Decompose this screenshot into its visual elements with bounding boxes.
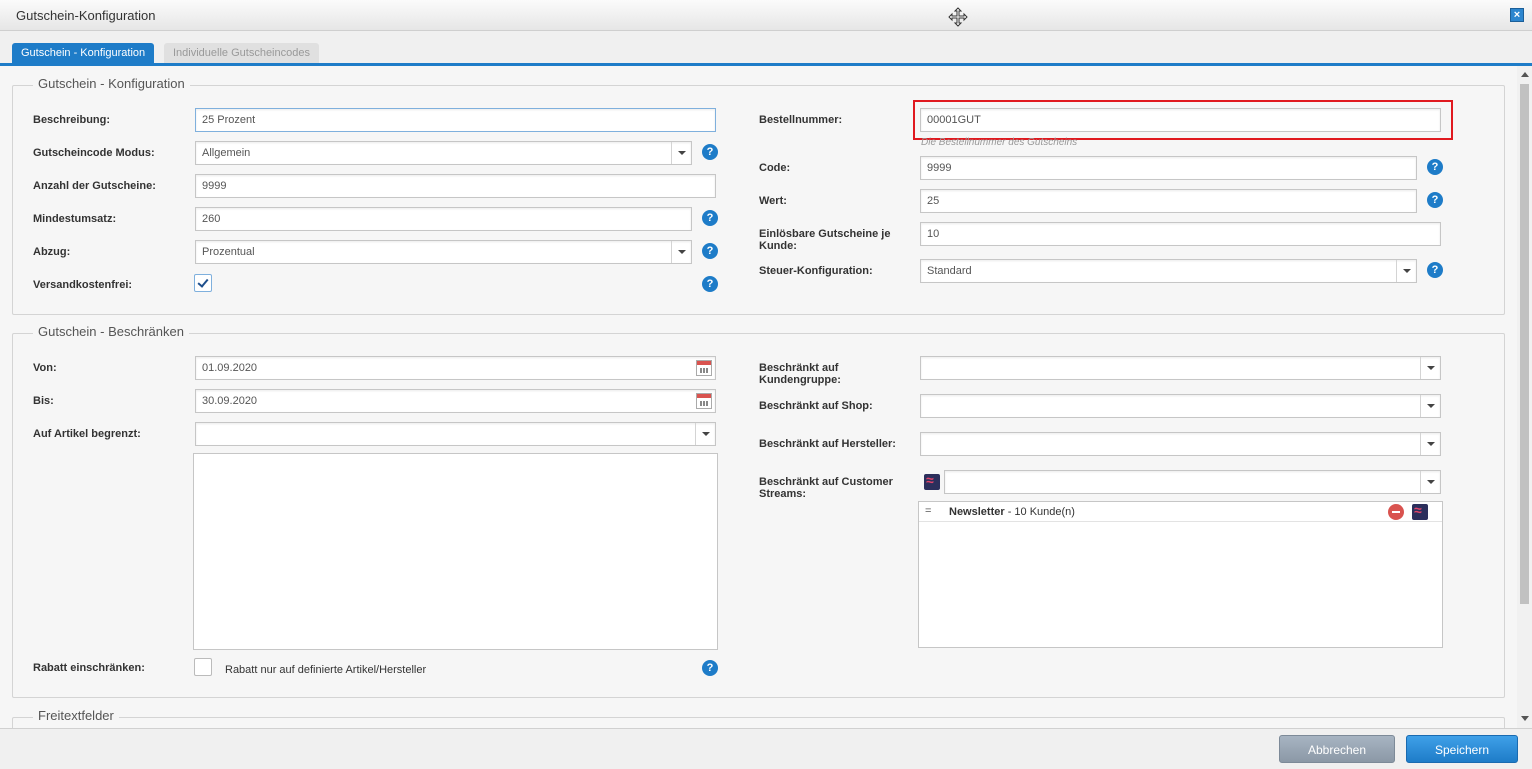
label-code: Code: [759,162,791,174]
label-einloesbar-line2: Kunde: [759,240,797,252]
modus-select[interactable]: Allgemein [195,141,692,165]
list-item[interactable]: = Newsletter - 10 Kunde(n) [919,502,1442,522]
close-icon[interactable]: × [1510,8,1524,22]
customer-stream-icon[interactable] [1412,502,1428,520]
bis-date-input[interactable]: 30.09.2020 [195,389,716,413]
scroll-down-icon[interactable] [1521,716,1529,721]
label-versandkostenfrei: Versandkostenfrei: [33,279,133,291]
label-streams-line1: Beschränkt auf Customer [759,476,893,488]
label-abzug: Abzug: [33,246,71,258]
rabatt-checkbox-label: Rabatt nur auf definierte Artikel/Herste… [225,664,427,676]
steuer-select[interactable]: Standard [920,259,1417,283]
abzug-value: Prozentual [202,246,255,258]
label-steuer: Steuer-Konfiguration: [759,265,873,277]
label-kundengruppe-line2: Kundengruppe: [759,374,841,386]
chevron-down-icon[interactable] [1420,433,1440,455]
calendar-icon[interactable] [696,393,712,409]
label-modus: Gutscheincode Modus: [33,147,155,159]
rabatt-checkbox[interactable] [194,658,212,676]
calendar-icon[interactable] [696,360,712,376]
label-anzahl: Anzahl der Gutscheine: [33,180,156,192]
help-icon[interactable]: ? [702,276,718,292]
label-bestellnummer: Bestellnummer: [759,114,843,126]
drag-handle-icon[interactable]: = [925,505,931,517]
chevron-down-icon[interactable] [1420,357,1440,379]
wert-input[interactable]: 25 [920,189,1417,213]
stream-name-text: Newsletter [949,506,1005,518]
content-area: Gutschein - Konfiguration Beschreibung: … [0,66,1517,728]
von-value: 01.09.2020 [202,362,258,374]
legend-freitext: Freitextfelder [33,708,119,723]
help-icon[interactable]: ? [702,660,718,676]
tab-individuelle-gutscheincodes[interactable]: Individuelle Gutscheincodes [164,43,319,63]
label-streams: Beschränkt auf Customer Streams: [759,476,893,500]
label-streams-line2: Streams: [759,488,807,500]
bestellnummer-hint: Die Bestellnummer des Gutscheins [921,137,1078,148]
label-einloesbar: Einlösbare Gutscheine je Kunde: [759,228,890,252]
einloesbar-input[interactable]: 10 [920,222,1441,246]
steuer-value: Standard [927,265,972,277]
label-artikel: Auf Artikel begrenzt: [33,428,141,440]
label-einloesbar-line1: Einlösbare Gutscheine je [759,228,891,240]
bis-value: 30.09.2020 [202,395,258,407]
modus-value: Allgemein [202,147,251,159]
chevron-down-icon[interactable] [1420,395,1440,417]
cancel-button[interactable]: Abbrechen [1279,735,1395,763]
save-button[interactable]: Speichern [1406,735,1518,763]
code-input[interactable]: 9999 [920,156,1417,180]
label-hersteller: Beschränkt auf Hersteller: [759,438,896,450]
legend-beschraenken: Gutschein - Beschränken [33,324,189,339]
legend-konfiguration: Gutschein - Konfiguration [33,76,190,91]
vertical-scrollbar[interactable] [1517,66,1532,728]
chevron-down-icon[interactable] [695,423,715,445]
window-titlebar: Gutschein-Konfiguration × [0,0,1532,31]
shop-select[interactable] [920,394,1441,418]
remove-icon[interactable] [1388,504,1404,520]
label-kundengruppe-line1: Beschränkt auf [759,362,839,374]
tab-gutschein-konfiguration[interactable]: Gutschein - Konfiguration [12,43,155,63]
window-title: Gutschein-Konfiguration [16,8,156,23]
help-icon[interactable]: ? [702,243,718,259]
versandkostenfrei-checkbox[interactable] [194,274,212,292]
tab-bar: Gutschein - Konfiguration Individuelle G… [0,31,1532,66]
scrollbar-thumb[interactable] [1520,84,1529,604]
scroll-up-icon[interactable] [1521,72,1529,77]
dialog-footer: Abbrechen Speichern [0,728,1532,769]
label-rabatt: Rabatt einschränken: [33,662,145,674]
help-icon[interactable]: ? [702,210,718,226]
help-icon[interactable]: ? [1427,192,1443,208]
label-von: Von: [33,362,57,374]
label-kundengruppe: Beschränkt auf Kundengruppe: [759,362,841,386]
help-icon[interactable]: ? [702,144,718,160]
artikel-select[interactable] [195,422,716,446]
streams-select[interactable] [944,470,1441,494]
label-beschreibung: Beschreibung: [33,114,111,126]
abzug-select[interactable]: Prozentual [195,240,692,264]
chevron-down-icon[interactable] [671,241,691,263]
label-mindestumsatz: Mindestumsatz: [33,213,117,225]
artikel-list[interactable] [193,453,718,650]
anzahl-input[interactable]: 9999 [195,174,716,198]
von-date-input[interactable]: 01.09.2020 [195,356,716,380]
hersteller-select[interactable] [920,432,1441,456]
stream-count: - 10 Kunde(n) [1004,506,1075,518]
fieldset-freitext: Freitextfelder [12,708,1505,728]
move-icon[interactable] [948,7,968,27]
label-wert: Wert: [759,195,787,207]
label-shop: Beschränkt auf Shop: [759,400,873,412]
beschreibung-input[interactable]: 25 Prozent [195,108,716,132]
bestellnummer-input[interactable]: 00001GUT [920,108,1441,132]
label-bis: Bis: [33,395,54,407]
customer-stream-icon[interactable] [924,472,940,490]
chevron-down-icon[interactable] [1420,471,1440,493]
chevron-down-icon[interactable] [671,142,691,164]
help-icon[interactable]: ? [1427,159,1443,175]
streams-list: = Newsletter - 10 Kunde(n) [918,501,1443,648]
stream-name: Newsletter - 10 Kunde(n) [949,506,1075,518]
kundengruppe-select[interactable] [920,356,1441,380]
help-icon[interactable]: ? [1427,262,1443,278]
chevron-down-icon[interactable] [1396,260,1416,282]
mindestumsatz-input[interactable]: 260 [195,207,692,231]
